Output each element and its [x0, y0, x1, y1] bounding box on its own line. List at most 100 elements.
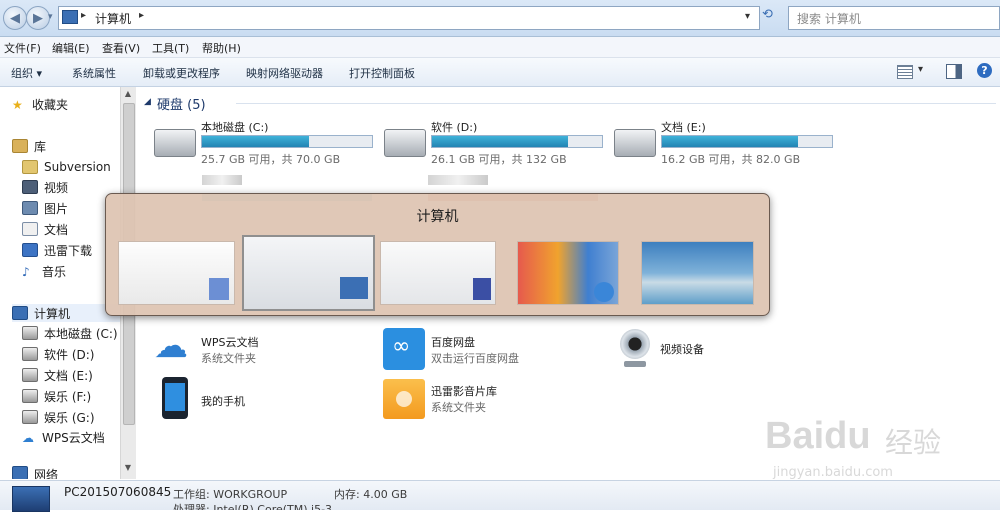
nav-wps-cloud[interactable]: ☁ WPS云文档 [22, 428, 105, 446]
view-options-icon[interactable] [897, 65, 913, 79]
item-title: WPS云文档 [201, 336, 259, 349]
hard-disks-group-header[interactable]: 硬盘 (5) [157, 94, 206, 113]
nav-computer-label: 计算机 [34, 306, 71, 321]
collapse-arrow-icon[interactable]: ◢ [144, 97, 151, 107]
drive-item-e[interactable]: 文档 (E:) 16.2 GB 可用，共 82.0 GB [612, 117, 833, 166]
blurred-drive-label [202, 175, 242, 185]
nav-library-item-documents[interactable]: 文档 [22, 220, 68, 238]
xunlei-folder-icon [383, 379, 425, 419]
nav-library[interactable]: 库 [12, 137, 46, 155]
nav-item-label: 迅雷下载 [44, 243, 93, 258]
switcher-thumb-3[interactable] [380, 241, 496, 305]
drive-item-c[interactable]: 本地磁盘 (C:) 25.7 GB 可用，共 70.0 GB [152, 117, 373, 166]
breadcrumb-chevron-icon[interactable]: ▸ [139, 10, 144, 21]
drive-usage-bar [431, 135, 603, 148]
document-library-icon [22, 222, 38, 236]
scroll-up-icon[interactable]: ▲ [122, 89, 134, 101]
breadcrumb-computer[interactable]: 计算机 [95, 10, 131, 27]
nav-favorites[interactable]: ★ 收藏夹 [12, 95, 68, 113]
window-switcher: 计算机 [105, 193, 770, 316]
nav-computer[interactable]: 计算机 [12, 304, 120, 322]
webcam-icon [620, 329, 650, 359]
switcher-thumb-2-selected[interactable] [242, 235, 375, 311]
drive-usage-bar [661, 135, 833, 148]
menu-view[interactable]: 查看(V) [102, 40, 140, 56]
item-title: 迅雷影音片库 [431, 385, 497, 398]
drive-free-space: 25.7 GB 可用，共 70.0 GB [201, 153, 341, 166]
phone-icon [162, 377, 188, 419]
menu-file[interactable]: 文件(F) [4, 40, 41, 56]
search-input[interactable]: 搜索 计算机 [788, 6, 1000, 30]
address-input[interactable]: ▸ 计算机 ▸ ▾ [58, 6, 760, 30]
computer-icon [340, 277, 368, 299]
menu-edit[interactable]: 编辑(E) [52, 40, 90, 56]
organize-button[interactable]: 组织 ▾ [11, 65, 42, 81]
pc-name: PC201507060845 [64, 485, 172, 499]
back-button[interactable]: ◀ [3, 6, 27, 30]
nav-drive-c[interactable]: 本地磁盘 (C:) [22, 324, 118, 342]
scroll-down-icon[interactable]: ▼ [122, 463, 134, 475]
drive-icon [22, 410, 38, 424]
nav-library-item-videos[interactable]: 视频 [22, 178, 68, 196]
chevron-down-icon: ▾ [36, 67, 43, 80]
star-icon: ★ [12, 98, 23, 112]
item-subtitle: 双击运行百度网盘 [431, 352, 519, 365]
item-baidu-netdisk[interactable]: ∞ 百度网盘 双击运行百度网盘 [383, 328, 603, 370]
nav-item-label: 视频 [44, 180, 69, 195]
computer-large-icon [12, 486, 50, 512]
nav-drive-f[interactable]: 娱乐 (F:) [22, 387, 91, 405]
switcher-thumb-1[interactable] [118, 241, 235, 305]
menu-help[interactable]: 帮助(H) [202, 40, 241, 56]
nav-drive-d[interactable]: 软件 (D:) [22, 345, 94, 363]
open-control-panel-button[interactable]: 打开控制面板 [349, 65, 415, 81]
address-dropdown-icon[interactable]: ▾ [745, 11, 750, 22]
map-network-drive-button[interactable]: 映射网络驱动器 [246, 65, 323, 81]
drive-item-d[interactable]: 软件 (D:) 26.1 GB 可用，共 132 GB [382, 117, 603, 166]
music-note-icon: ♪ [22, 265, 30, 279]
drive-name: 本地磁盘 (C:) [201, 121, 269, 134]
blurred-drive-label [428, 175, 488, 185]
nav-network[interactable]: 网络 [12, 466, 58, 479]
workgroup-text: 工作组: WORKGROUP [173, 488, 288, 501]
item-wps-cloud[interactable]: ☁ WPS云文档 系统文件夹 [154, 327, 374, 367]
item-video-device[interactable]: 视频设备 [616, 327, 816, 373]
nav-library-item-music[interactable]: ♪ 音乐 [22, 262, 66, 280]
view-dropdown-icon[interactable]: ▾ [918, 64, 923, 75]
drive-name: 文档 (E:) [661, 121, 706, 134]
command-bar: 组织 ▾ 系统属性 卸载或更改程序 映射网络驱动器 打开控制面板 ▾ ? [0, 58, 1000, 87]
menu-tools[interactable]: 工具(T) [152, 40, 189, 56]
computer-icon [62, 10, 78, 24]
drive-icon [22, 347, 38, 361]
nav-library-item-pictures[interactable]: 图片 [22, 199, 68, 217]
uninstall-program-button[interactable]: 卸载或更改程序 [143, 65, 220, 81]
nav-item-label: 图片 [44, 201, 69, 216]
drive-free-space: 16.2 GB 可用，共 82.0 GB [661, 153, 801, 166]
help-icon[interactable]: ? [977, 63, 992, 78]
switcher-thumb-5-desktop[interactable] [641, 241, 754, 305]
arrow-right-icon: ▶ [33, 10, 43, 26]
item-my-phone[interactable]: 我的手机 [154, 377, 354, 421]
preview-pane-icon[interactable] [946, 64, 962, 79]
drive-usage-bar [201, 135, 373, 148]
watermark-url: jingyan.baidu.com [773, 465, 893, 480]
nav-drive-g[interactable]: 娱乐 (G:) [22, 408, 95, 426]
window-app-icon [594, 282, 614, 302]
drive-usage-fill [432, 136, 568, 147]
address-bar-area: ◀ ▶ ▾ ▸ 计算机 ▸ ▾ ⟲ 搜索 计算机 [0, 0, 1000, 37]
nav-item-label: 娱乐 (F:) [44, 389, 92, 404]
nav-library-item-subversion[interactable]: Subversion [22, 158, 111, 176]
nav-drive-e[interactable]: 文档 (E:) [22, 366, 93, 384]
drive-icon [22, 326, 38, 340]
window-app-icon [209, 278, 229, 300]
switcher-thumb-4[interactable] [517, 241, 619, 305]
forward-button[interactable]: ▶ [26, 6, 50, 30]
organize-label: 组织 [11, 67, 33, 80]
item-xunlei-library[interactable]: 迅雷影音片库 系统文件夹 [383, 377, 603, 421]
nav-library-item-xunlei-downloads[interactable]: 迅雷下载 [22, 241, 92, 259]
refresh-icon[interactable]: ⟲ [762, 7, 780, 27]
watermark-brand-cn: 经验 [885, 426, 942, 459]
recent-pages-dropdown[interactable]: ▾ [48, 12, 53, 22]
system-properties-button[interactable]: 系统属性 [72, 65, 116, 81]
hard-drive-icon [154, 129, 196, 157]
breadcrumb-separator-icon: ▸ [81, 10, 87, 21]
